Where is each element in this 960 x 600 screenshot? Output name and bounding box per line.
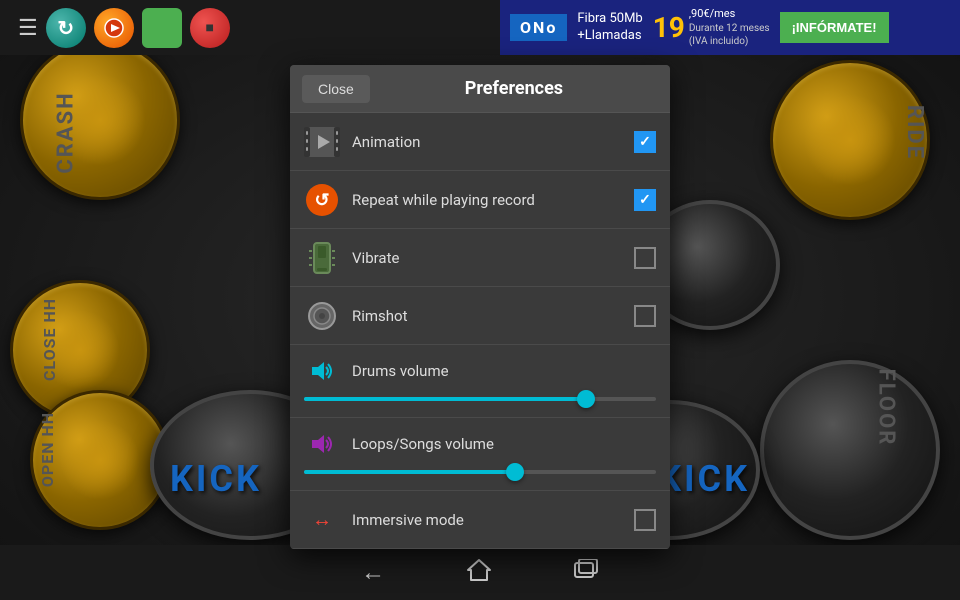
kick-label-2: KICK: [658, 458, 750, 500]
repeat-label: Repeat while playing record: [352, 191, 634, 209]
speaker-icon: [308, 357, 336, 385]
rimshot-checkbox[interactable]: [634, 305, 656, 327]
loops-volume-slider[interactable]: [304, 470, 656, 474]
refresh-icon: ↻: [57, 16, 74, 40]
close-button[interactable]: Close: [302, 75, 370, 103]
back-button[interactable]: ←: [361, 558, 385, 587]
pref-item-vibrate[interactable]: Vibrate: [290, 229, 670, 287]
drums-volume-label: Drums volume: [352, 362, 449, 380]
rimshot-label: Rimshot: [352, 307, 634, 325]
immersive-icon: ↔: [304, 502, 340, 538]
home-icon: [465, 556, 493, 584]
vibrate-label: Vibrate: [352, 249, 634, 267]
ad-price: 19: [653, 11, 685, 44]
drums-volume-icon: [304, 353, 340, 389]
ad-fiber-text: Fibra 50Mb +Llamadas: [577, 11, 642, 45]
crash-label: CRASH: [54, 91, 79, 173]
animation-checkbox[interactable]: [634, 131, 656, 153]
ad-line1: Fibra 50Mb: [577, 11, 642, 28]
ad-brand: ONo: [510, 14, 567, 41]
drums-volume-slider[interactable]: [304, 397, 656, 401]
immersive-checkbox[interactable]: [634, 509, 656, 531]
ad-line2: +Llamadas: [577, 28, 642, 45]
loops-volume-icon: [304, 426, 340, 462]
home-button[interactable]: [465, 556, 493, 590]
preferences-dialog: Close Preferences Animation: [290, 65, 670, 549]
pref-header: Close Preferences: [290, 65, 670, 113]
loops-volume-thumb[interactable]: [506, 463, 524, 481]
svg-text:↔: ↔: [312, 510, 332, 530]
record-symbol: [103, 17, 125, 39]
vibrate-icon-svg: [307, 241, 337, 275]
immersive-icon-svg: ↔: [305, 510, 339, 530]
animation-label: Animation: [352, 133, 634, 151]
menu-button[interactable]: ☰: [10, 7, 46, 49]
pref-item-loops-volume: Loops/Songs volume: [290, 418, 670, 491]
recent-apps-icon: [573, 559, 599, 581]
loops-volume-label: Loops/Songs volume: [352, 435, 494, 453]
recent-apps-button[interactable]: [573, 559, 599, 587]
repeat-checkbox[interactable]: [634, 189, 656, 211]
speaker-loops-icon: [308, 430, 336, 458]
immersive-label: Immersive mode: [352, 511, 634, 529]
ride-label: RIDE: [902, 105, 927, 160]
ad-cta-button[interactable]: ¡INFÓRMATE!: [780, 12, 889, 43]
ad-note: Durante 12 meses(IVA incluido): [689, 22, 770, 48]
repeat-icon-svg: ↺: [305, 183, 339, 217]
ad-decimal: ,90€/mes: [689, 7, 770, 21]
record-icon-btn[interactable]: [94, 8, 134, 48]
ad-price-main: 19: [653, 11, 685, 44]
animation-icon: [304, 124, 340, 160]
cymbal-crash[interactable]: [20, 40, 180, 200]
open-hh-label: OPEN HH: [38, 412, 57, 487]
pref-item-animation[interactable]: Animation: [290, 113, 670, 171]
ad-banner: ONo Fibra 50Mb +Llamadas 19 ,90€/mes Dur…: [500, 0, 960, 55]
pref-item-drums-volume: Drums volume: [290, 345, 670, 418]
pref-title: Preferences: [370, 78, 658, 99]
vibrate-icon: [304, 240, 340, 276]
vibrate-checkbox[interactable]: [634, 247, 656, 269]
close-hh-label: CLOSE HH: [40, 298, 59, 381]
drums-volume-fill: [304, 397, 586, 401]
pref-item-rimshot[interactable]: Rimshot: [290, 287, 670, 345]
repeat-icon: ↺: [304, 182, 340, 218]
drums-volume-thumb[interactable]: [577, 390, 595, 408]
animation-icon-svg: [304, 127, 340, 157]
pref-item-immersive[interactable]: ↔ Immersive mode: [290, 491, 670, 549]
bottom-navigation: ←: [0, 545, 960, 600]
svg-text:↺: ↺: [314, 190, 329, 211]
refresh-button[interactable]: ↻: [46, 8, 86, 48]
rimshot-icon: [304, 298, 340, 334]
ad-per-text: ,90€/mes Durante 12 meses(IVA incluido): [689, 7, 770, 47]
floor-label: FLOOR: [874, 369, 899, 447]
stop-button[interactable]: ■: [190, 8, 230, 48]
kick-label-1: KICK: [170, 458, 262, 500]
stop-icon: ■: [206, 19, 214, 36]
drum-pad-floor[interactable]: [760, 360, 940, 540]
green-button[interactable]: [142, 8, 182, 48]
loops-volume-fill: [304, 470, 515, 474]
pref-item-repeat[interactable]: ↺ Repeat while playing record: [290, 171, 670, 229]
rimshot-icon-svg: [307, 301, 337, 331]
